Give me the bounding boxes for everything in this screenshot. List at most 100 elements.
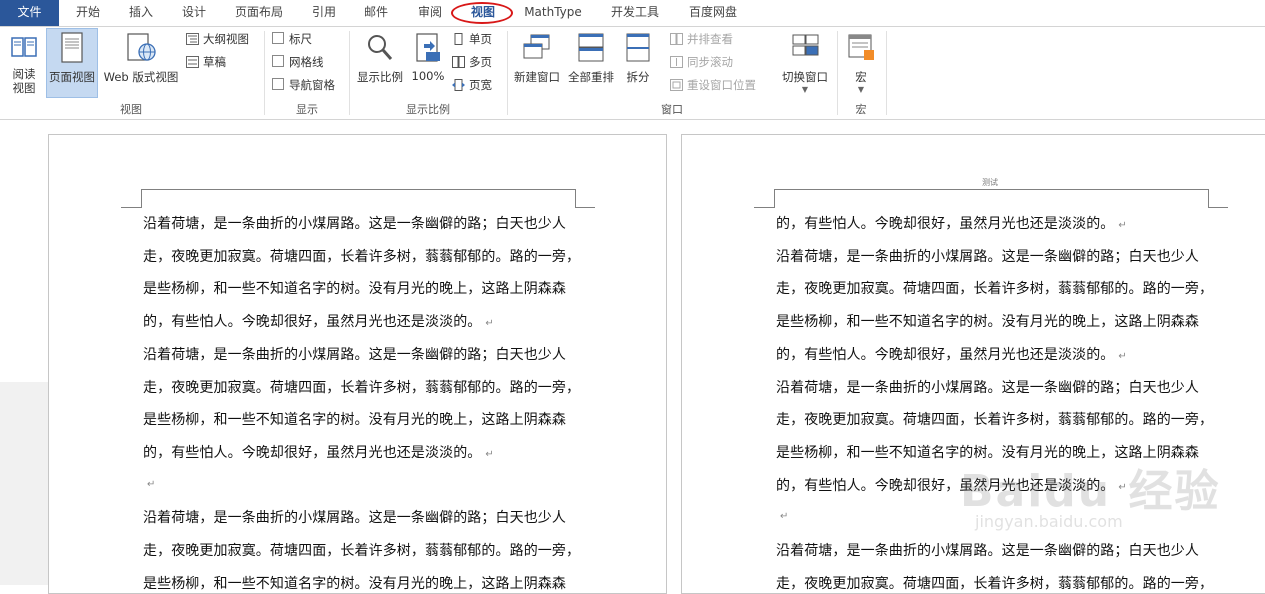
text-line-content: 沿着荷塘，是一条曲折的小煤屑路。这是一条幽僻的路；白天也少人 (776, 248, 1199, 265)
header-corner (754, 207, 774, 208)
text-line-content: 的，有些怕人。今晚却很好，虽然月光也还是淡淡的。 (776, 216, 1115, 232)
tab-mathtype[interactable]: MathType (516, 0, 590, 26)
nav-pane-label: 导航窗格 (289, 78, 335, 92)
split-label: 拆分 (626, 70, 650, 84)
text-line-content: 是些杨柳，和一些不知道名字的树。没有月光的晚上，这路上阴森森 (776, 314, 1199, 331)
tab-baidu-netdisk[interactable]: 百度网盘 (678, 0, 748, 26)
nav-pane-checkbox[interactable]: 导航窗格 (272, 75, 335, 95)
outline-view-button[interactable]: 大纲视图 (186, 29, 249, 49)
macros-icon (848, 34, 874, 60)
paragraph-mark-icon: ↵ (1118, 481, 1127, 493)
web-layout-button[interactable]: Web 版式视图 (100, 29, 182, 85)
text-line: 走，夜晚更加寂寞。荷塘四面，长着许多树，蓊蓊郁郁的。路的一旁， (143, 540, 580, 560)
one-page-button[interactable]: 单页 (452, 29, 492, 49)
text-line-content: 走，夜晚更加寂寞。荷塘四面，长着许多树，蓊蓊郁郁的。路的一旁， (776, 281, 1214, 298)
text-line-content: 的，有些怕人。今晚却很好，虽然月光也还是淡淡的。 (776, 346, 1115, 363)
text-line-content: 走，夜晚更加寂寞。荷塘四面，长着许多树，蓊蓊郁郁的。路的一旁， (143, 543, 581, 559)
paragraph-mark-icon: ↵ (485, 318, 494, 330)
print-layout-label: 页面视图 (49, 70, 95, 84)
document-page-left[interactable]: 沿着荷塘，是一条曲折的小煤屑路。这是一条幽僻的路；白天也少人 走，夜晚更加寂寞。荷… (48, 134, 667, 594)
arrange-all-button[interactable]: 全部重排 (564, 29, 618, 85)
tab-design[interactable]: 设计 (169, 0, 219, 26)
split-icon (626, 33, 650, 62)
print-layout-icon (61, 32, 83, 63)
text-line-content: 沿着荷塘，是一条曲折的小煤屑路。这是一条幽僻的路；白天也少人 (143, 346, 566, 363)
text-line-content: 沿着荷塘，是一条曲折的小煤屑路。这是一条幽僻的路；白天也少人 (776, 543, 1199, 559)
tab-developer[interactable]: 开发工具 (597, 0, 673, 26)
text-line-content: 是些杨柳，和一些不知道名字的树。没有月光的晚上，这路上阴森森 (143, 281, 566, 298)
side-by-side-label: 并排查看 (687, 32, 733, 46)
paragraph-mark-icon: ↵ (1118, 350, 1127, 362)
text-line-content: 走，夜晚更加寂寞。荷塘四面，长着许多树，蓊蓊郁郁的。路的一旁， (143, 248, 581, 265)
group-separator (264, 31, 265, 115)
tab-references[interactable]: 引用 (299, 0, 349, 26)
gridlines-checkbox[interactable]: 网格线 (272, 52, 324, 72)
read-mode-label-1: 阅读 (12, 67, 36, 81)
zoom-100-button[interactable]: 100% (410, 29, 446, 83)
text-line: 沿着荷塘，是一条曲折的小煤屑路。这是一条幽僻的路；白天也少人 (143, 344, 566, 364)
new-window-button[interactable]: 新建窗口 (510, 29, 564, 85)
one-page-label: 单页 (469, 32, 492, 46)
side-by-side-icon (670, 33, 683, 45)
gridlines-checkbox-box[interactable] (272, 55, 284, 67)
read-mode-button[interactable]: 阅读 视图 (4, 29, 44, 95)
reset-window-position-button[interactable]: 重设窗口位置 (670, 75, 756, 95)
switch-windows-button[interactable]: 切换窗口 ▼ (778, 29, 832, 95)
web-layout-icon (127, 33, 156, 61)
tab-insert[interactable]: 插入 (116, 0, 166, 26)
print-layout-button[interactable]: 页面视图 (46, 28, 98, 98)
reset-window-position-label: 重设窗口位置 (687, 78, 756, 92)
text-line-content: 的，有些怕人。今晚却很好，虽然月光也还是淡淡的。 (143, 314, 482, 331)
tab-view[interactable]: 视图 (458, 0, 508, 26)
multi-page-label: 多页 (469, 55, 492, 69)
draft-view-button[interactable]: 草稿 (186, 52, 226, 72)
tab-review[interactable]: 审阅 (405, 0, 455, 26)
draft-label: 草稿 (203, 55, 226, 69)
split-button[interactable]: 拆分 (620, 29, 656, 85)
one-page-icon (454, 33, 463, 45)
text-line: 走，夜晚更加寂寞。荷塘四面，长着许多树，蓊蓊郁郁的。路的一旁， (776, 573, 1213, 593)
switch-windows-icon (792, 34, 819, 56)
page-header-text: 测试 (982, 178, 998, 187)
tab-mailings[interactable]: 邮件 (351, 0, 401, 26)
text-line: 的，有些怕人。今晚却很好，虽然月光也还是淡淡的。 ↵ (143, 311, 494, 331)
text-line: 的，有些怕人。今晚却很好，虽然月光也还是淡淡的。 ↵ (776, 475, 1127, 495)
header-corner (121, 207, 141, 208)
text-line: 的，有些怕人。今晚却很好，虽然月光也还是淡淡的。 ↵ (776, 344, 1127, 364)
read-mode-icon (11, 37, 37, 57)
text-line-content: 的，有些怕人。今晚却很好，虽然月光也还是淡淡的。 (143, 444, 482, 461)
side-by-side-button[interactable]: 并排查看 (670, 29, 733, 49)
sync-scroll-button[interactable]: 同步滚动 (670, 52, 733, 72)
header-corner (1208, 189, 1209, 208)
zoom-button[interactable]: 显示比例 (354, 29, 406, 85)
text-line: 沿着荷塘，是一条曲折的小煤屑路。这是一条幽僻的路；白天也少人 (143, 507, 566, 527)
ruler-checkbox-box[interactable] (272, 32, 284, 44)
text-line-content: 沿着荷塘，是一条曲折的小煤屑路。这是一条幽僻的路；白天也少人 (143, 216, 566, 232)
sync-scroll-icon (670, 56, 683, 68)
tab-file[interactable]: 文件 (0, 0, 59, 26)
ruler-checkbox[interactable]: 标尺 (272, 29, 312, 49)
nav-pane-checkbox-box[interactable] (272, 78, 284, 90)
text-line-content: 沿着荷塘，是一条曲折的小煤屑路。这是一条幽僻的路；白天也少人 (776, 379, 1199, 396)
text-line: 是些杨柳，和一些不知道名字的树。没有月光的晚上，这路上阴森森 (143, 409, 566, 429)
baidu-watermark-sub: jingyan.baidu.com (975, 512, 1123, 531)
left-margin-background (0, 382, 48, 585)
outline-icon (186, 33, 199, 45)
header-corner (774, 189, 775, 208)
chevron-down-icon: ▼ (801, 85, 809, 94)
paragraph-mark-icon: ↵ (1118, 220, 1127, 231)
page-width-button[interactable]: 页宽 (452, 75, 492, 95)
text-line-content: 走，夜晚更加寂寞。荷塘四面，长着许多树，蓊蓊郁郁的。路的一旁， (776, 412, 1214, 429)
macros-button[interactable]: 宏 ▼ (842, 29, 880, 95)
group-separator (886, 31, 887, 115)
multi-page-button[interactable]: 多页 (452, 52, 492, 72)
magnifier-icon (368, 35, 393, 60)
text-line: 走，夜晚更加寂寞。荷塘四面，长着许多树，蓊蓊郁郁的。路的一旁， (143, 246, 580, 266)
document-page-right[interactable]: 测试 的，有些怕人。今晚却很好，虽然月光也还是淡淡的。 ↵ 沿着荷塘，是一条曲折的小… (681, 134, 1265, 594)
tab-page-layout[interactable]: 页面布局 (224, 0, 294, 26)
zoom-label: 显示比例 (357, 70, 403, 84)
tab-home[interactable]: 开始 (62, 0, 114, 26)
text-line: 沿着荷塘，是一条曲折的小煤屑路。这是一条幽僻的路；白天也少人 (143, 213, 566, 233)
header-corner (575, 189, 576, 208)
document-area: 沿着荷塘，是一条曲折的小煤屑路。这是一条幽僻的路；白天也少人 走，夜晚更加寂寞。荷… (0, 120, 1265, 594)
